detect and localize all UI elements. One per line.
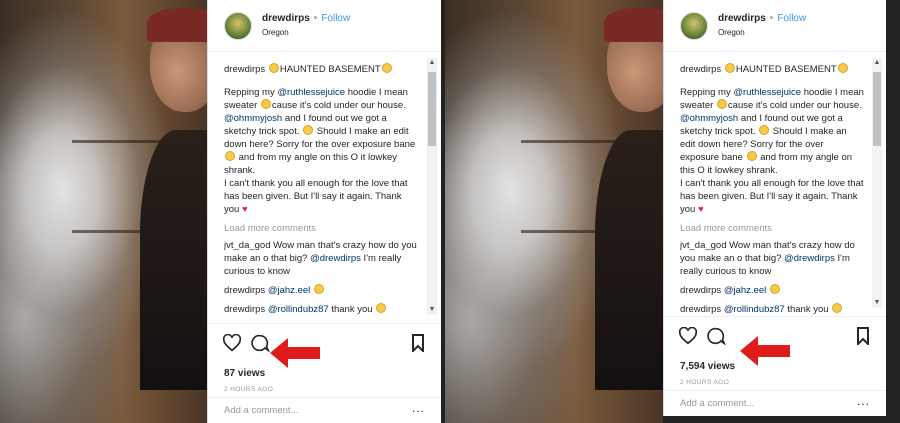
comment-username[interactable]: drewdirps	[224, 285, 265, 296]
emoji-icon	[313, 284, 324, 294]
heart-icon[interactable]	[222, 334, 242, 352]
scroll-up-arrow-icon[interactable]: ▲	[427, 58, 437, 68]
add-comment-input[interactable]: Add a comment...	[208, 397, 441, 423]
emoji-icon	[759, 125, 770, 135]
avatar[interactable]	[680, 11, 708, 40]
bookmark-icon[interactable]	[856, 327, 870, 345]
view-count[interactable]: 87 views	[224, 368, 265, 379]
emoji-icon	[260, 99, 271, 109]
action-bar	[208, 323, 441, 363]
separator-dot: •	[769, 12, 774, 24]
separator-dot: •	[313, 12, 318, 24]
emoji-icon	[837, 63, 848, 73]
caption-title: HAUNTED BASEMENT	[279, 64, 381, 75]
mention-link[interactable]: @ohmmyjosh	[224, 113, 282, 124]
emoji-icon	[381, 63, 392, 73]
more-options-button[interactable]: ...	[857, 394, 870, 408]
more-options-button[interactable]: ...	[412, 401, 425, 415]
red-arrow-icon	[740, 336, 790, 366]
post-time: 2 HOURS AGO	[680, 379, 730, 386]
username[interactable]: drewdirps	[262, 12, 310, 26]
heart-icon[interactable]	[678, 327, 698, 345]
caption-body: Repping my @ruthlessejuice hoodie I mean…	[224, 87, 416, 215]
emoji-icon	[832, 303, 843, 313]
comment-icon[interactable]	[250, 334, 270, 352]
emoji-icon	[225, 151, 235, 161]
comment-icon[interactable]	[706, 327, 726, 345]
caption-username[interactable]: drewdirps	[680, 64, 721, 75]
scroll-thumb[interactable]	[873, 72, 881, 146]
location[interactable]: Oregon	[262, 26, 350, 40]
post-photo[interactable]	[445, 0, 685, 423]
comments-scrollbar[interactable]: ▲ ▼	[872, 58, 882, 308]
scroll-up-arrow-icon[interactable]: ▲	[872, 58, 882, 68]
comment-username[interactable]: drewdirps	[680, 285, 721, 296]
load-more-comments[interactable]: Load more comments	[680, 222, 864, 235]
mention-link[interactable]: @drewdirps	[784, 253, 835, 264]
caption-title-line: drewdirps HAUNTED BASEMENT	[680, 63, 864, 76]
emoji-icon	[268, 63, 279, 73]
comment: drewdirps @rollindubz87 thank you	[680, 303, 864, 316]
username[interactable]: drewdirps	[718, 12, 766, 26]
mention-link[interactable]: @rollindubz87	[268, 304, 329, 315]
avatar[interactable]	[224, 11, 252, 40]
comments-section: drewdirps HAUNTED BASEMENT Repping my @r…	[664, 53, 886, 316]
scroll-down-arrow-icon[interactable]: ▼	[872, 298, 882, 308]
emoji-icon	[303, 125, 314, 135]
follow-button[interactable]: Follow	[321, 12, 350, 26]
red-arrow-icon	[270, 338, 320, 368]
scroll-down-arrow-icon[interactable]: ▼	[427, 305, 437, 315]
mention-link[interactable]: @rollindubz87	[724, 304, 785, 315]
mention-link[interactable]: @ohmmyjosh	[680, 113, 738, 124]
view-count[interactable]: 7,594 views	[680, 361, 735, 372]
emoji-icon	[716, 99, 727, 109]
screenshot-right: drewdirps • Follow Oregon drewdirps HAUN…	[445, 0, 900, 423]
location[interactable]: Oregon	[718, 26, 806, 40]
mention-link[interactable]: @ruthlessejuice	[733, 87, 801, 98]
post-card: drewdirps • Follow Oregon drewdirps HAUN…	[207, 0, 441, 423]
screenshot-left: drewdirps • Follow Oregon drewdirps HAUN…	[0, 0, 445, 423]
heart-emoji-icon: ♥	[241, 204, 248, 215]
emoji-icon	[769, 284, 780, 294]
follow-button[interactable]: Follow	[777, 12, 806, 26]
caption-title-line: drewdirps HAUNTED BASEMENT	[224, 63, 419, 76]
caption-title: HAUNTED BASEMENT	[735, 64, 837, 75]
load-more-comments[interactable]: Load more comments	[224, 222, 419, 235]
comment: jvt_da_god Wow man that's crazy how do y…	[224, 240, 417, 277]
post-header: drewdirps • Follow Oregon	[664, 0, 886, 52]
comments-scrollbar[interactable]: ▲ ▼	[427, 58, 437, 315]
comment-username[interactable]: jvt_da_god	[224, 240, 270, 251]
emoji-icon	[724, 63, 735, 73]
bookmark-icon[interactable]	[411, 334, 425, 352]
mention-link[interactable]: @ruthlessejuice	[277, 87, 345, 98]
comment: drewdirps @jahz.eel	[680, 284, 864, 297]
post-time: 2 HOURS AGO	[224, 386, 274, 393]
emoji-icon	[746, 151, 757, 161]
mention-link[interactable]: @jahz.eel	[724, 285, 766, 296]
mention-link[interactable]: @drewdirps	[310, 253, 361, 264]
comment: drewdirps @jahz.eel	[224, 284, 419, 297]
post-header: drewdirps • Follow Oregon	[208, 0, 441, 52]
comment-username[interactable]: drewdirps	[224, 304, 265, 315]
post-photo[interactable]	[0, 0, 230, 423]
caption-username[interactable]: drewdirps	[224, 64, 265, 75]
comments-section: drewdirps HAUNTED BASEMENT Repping my @r…	[208, 53, 441, 323]
comment-username[interactable]: drewdirps	[680, 304, 721, 315]
comment-username[interactable]: jvt_da_god	[680, 240, 726, 251]
comment: drewdirps @rollindubz87 thank you	[224, 303, 419, 316]
heart-emoji-icon: ♥	[697, 204, 704, 215]
mention-link[interactable]: @jahz.eel	[268, 285, 310, 296]
emoji-icon	[376, 303, 387, 313]
add-comment-input[interactable]: Add a comment...	[664, 390, 886, 416]
comment: jvt_da_god Wow man that's crazy how do y…	[680, 240, 855, 277]
scroll-thumb[interactable]	[428, 72, 436, 146]
caption-body: Repping my @ruthlessejuice hoodie I mean…	[680, 87, 864, 215]
